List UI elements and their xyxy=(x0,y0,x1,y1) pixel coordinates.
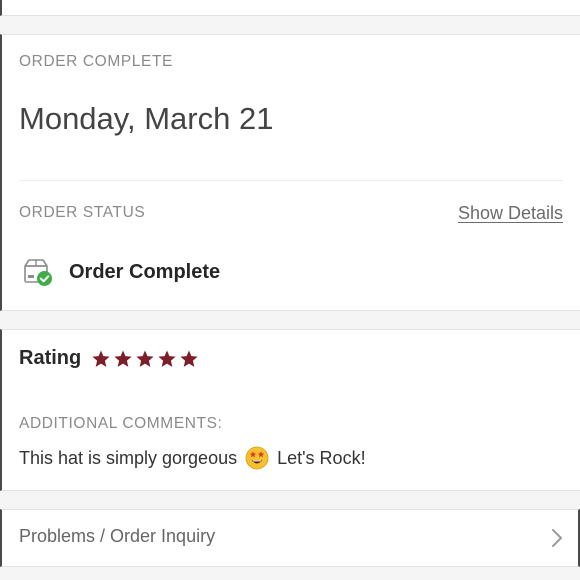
divider xyxy=(19,180,563,181)
star-rating xyxy=(91,349,199,369)
order-complete-eyebrow: ORDER COMPLETE xyxy=(19,53,173,70)
star-icon xyxy=(92,350,110,367)
star-icon xyxy=(136,350,154,367)
package-delivered-icon xyxy=(22,257,54,287)
order-date-title: Monday, March 21 xyxy=(19,101,274,136)
show-details-link[interactable]: Show Details xyxy=(458,203,563,224)
rating-row: Rating xyxy=(19,347,199,370)
order-status-text: Order Complete xyxy=(69,260,221,283)
star-icon xyxy=(114,350,132,367)
star-icon xyxy=(158,350,176,367)
chevron-right-icon xyxy=(552,529,562,547)
comment-text-after: Let's Rock! xyxy=(277,447,366,468)
additional-comments-label: ADDITIONAL COMMENTS: xyxy=(19,415,223,432)
comment-text: This hat is simply gorgeous Let's Rock! xyxy=(19,446,366,470)
order-status-label: ORDER STATUS xyxy=(19,204,146,221)
order-inquiry-label: Problems / Order Inquiry xyxy=(19,526,216,546)
order-card: ORDER COMPLETE Monday, March 21 ORDER ST… xyxy=(0,34,580,311)
order-inquiry-row[interactable]: Problems / Order Inquiry xyxy=(0,509,580,567)
comment-text-before: This hat is simply gorgeous xyxy=(19,447,238,468)
rating-label: Rating xyxy=(19,347,82,369)
star-icon xyxy=(180,350,198,367)
top-card-edge xyxy=(0,0,580,16)
rating-card: Rating ADDITIONAL COMMENTS: This hat is … xyxy=(0,329,580,491)
order-status-row: Order Complete xyxy=(22,257,220,287)
order-detail-page: ORDER COMPLETE Monday, March 21 ORDER ST… xyxy=(0,0,580,580)
star-struck-emoji-icon xyxy=(245,446,269,470)
